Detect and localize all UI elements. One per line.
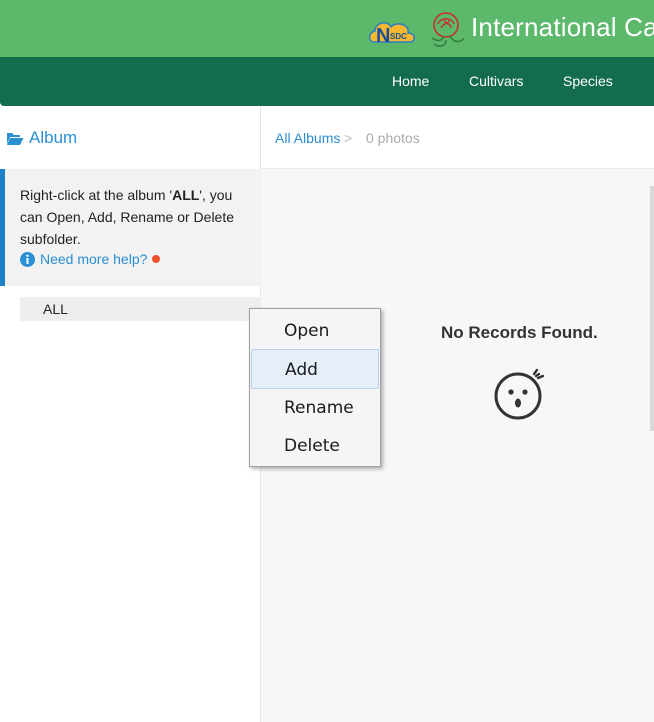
camellia-logo-icon [431,12,465,47]
scrollbar[interactable] [650,186,654,431]
help-notice: Right-click at the album 'ALL', you can … [0,169,261,286]
svg-text:SDC: SDC [390,32,407,41]
help-link[interactable]: Need more help? [20,251,161,267]
help-link-label[interactable]: Need more help? [40,251,147,267]
context-menu-rename[interactable]: Rename [251,388,379,428]
info-icon [20,251,35,267]
nav-cultivars[interactable]: Cultivars [469,57,523,106]
album-sidebar: Album Right-click at the album 'ALL', yo… [0,106,261,722]
top-banner: N SDC International Ca [0,0,654,57]
album-title: Album [29,128,78,147]
breadcrumb: All Albums > 0 photos [261,106,654,169]
context-menu-add[interactable]: Add [251,349,379,389]
empty-message: No Records Found. [441,323,598,342]
photo-count: 0 photos [366,130,420,146]
context-menu-delete[interactable]: Delete [251,426,379,466]
breadcrumb-all-albums[interactable]: All Albums [275,130,340,146]
main-nav: Home Cultivars Species [0,57,654,106]
help-text: Right-click at the album 'ALL', you can … [20,187,235,247]
context-menu: Open Add Rename Delete [249,308,381,467]
nav-home[interactable]: Home [392,57,429,106]
surprised-face-icon [494,368,545,420]
nav-species[interactable]: Species [563,57,613,106]
folder-open-icon [7,132,24,145]
nsdc-logo: N SDC [368,22,415,47]
svg-text:N: N [376,25,390,47]
context-menu-open[interactable]: Open [251,311,379,351]
album-node-all[interactable]: ALL [20,297,261,321]
breadcrumb-separator: > [344,130,353,146]
notice-dot [152,255,161,263]
site-title: International Ca [471,12,654,42]
album-heading: Album [6,128,77,148]
